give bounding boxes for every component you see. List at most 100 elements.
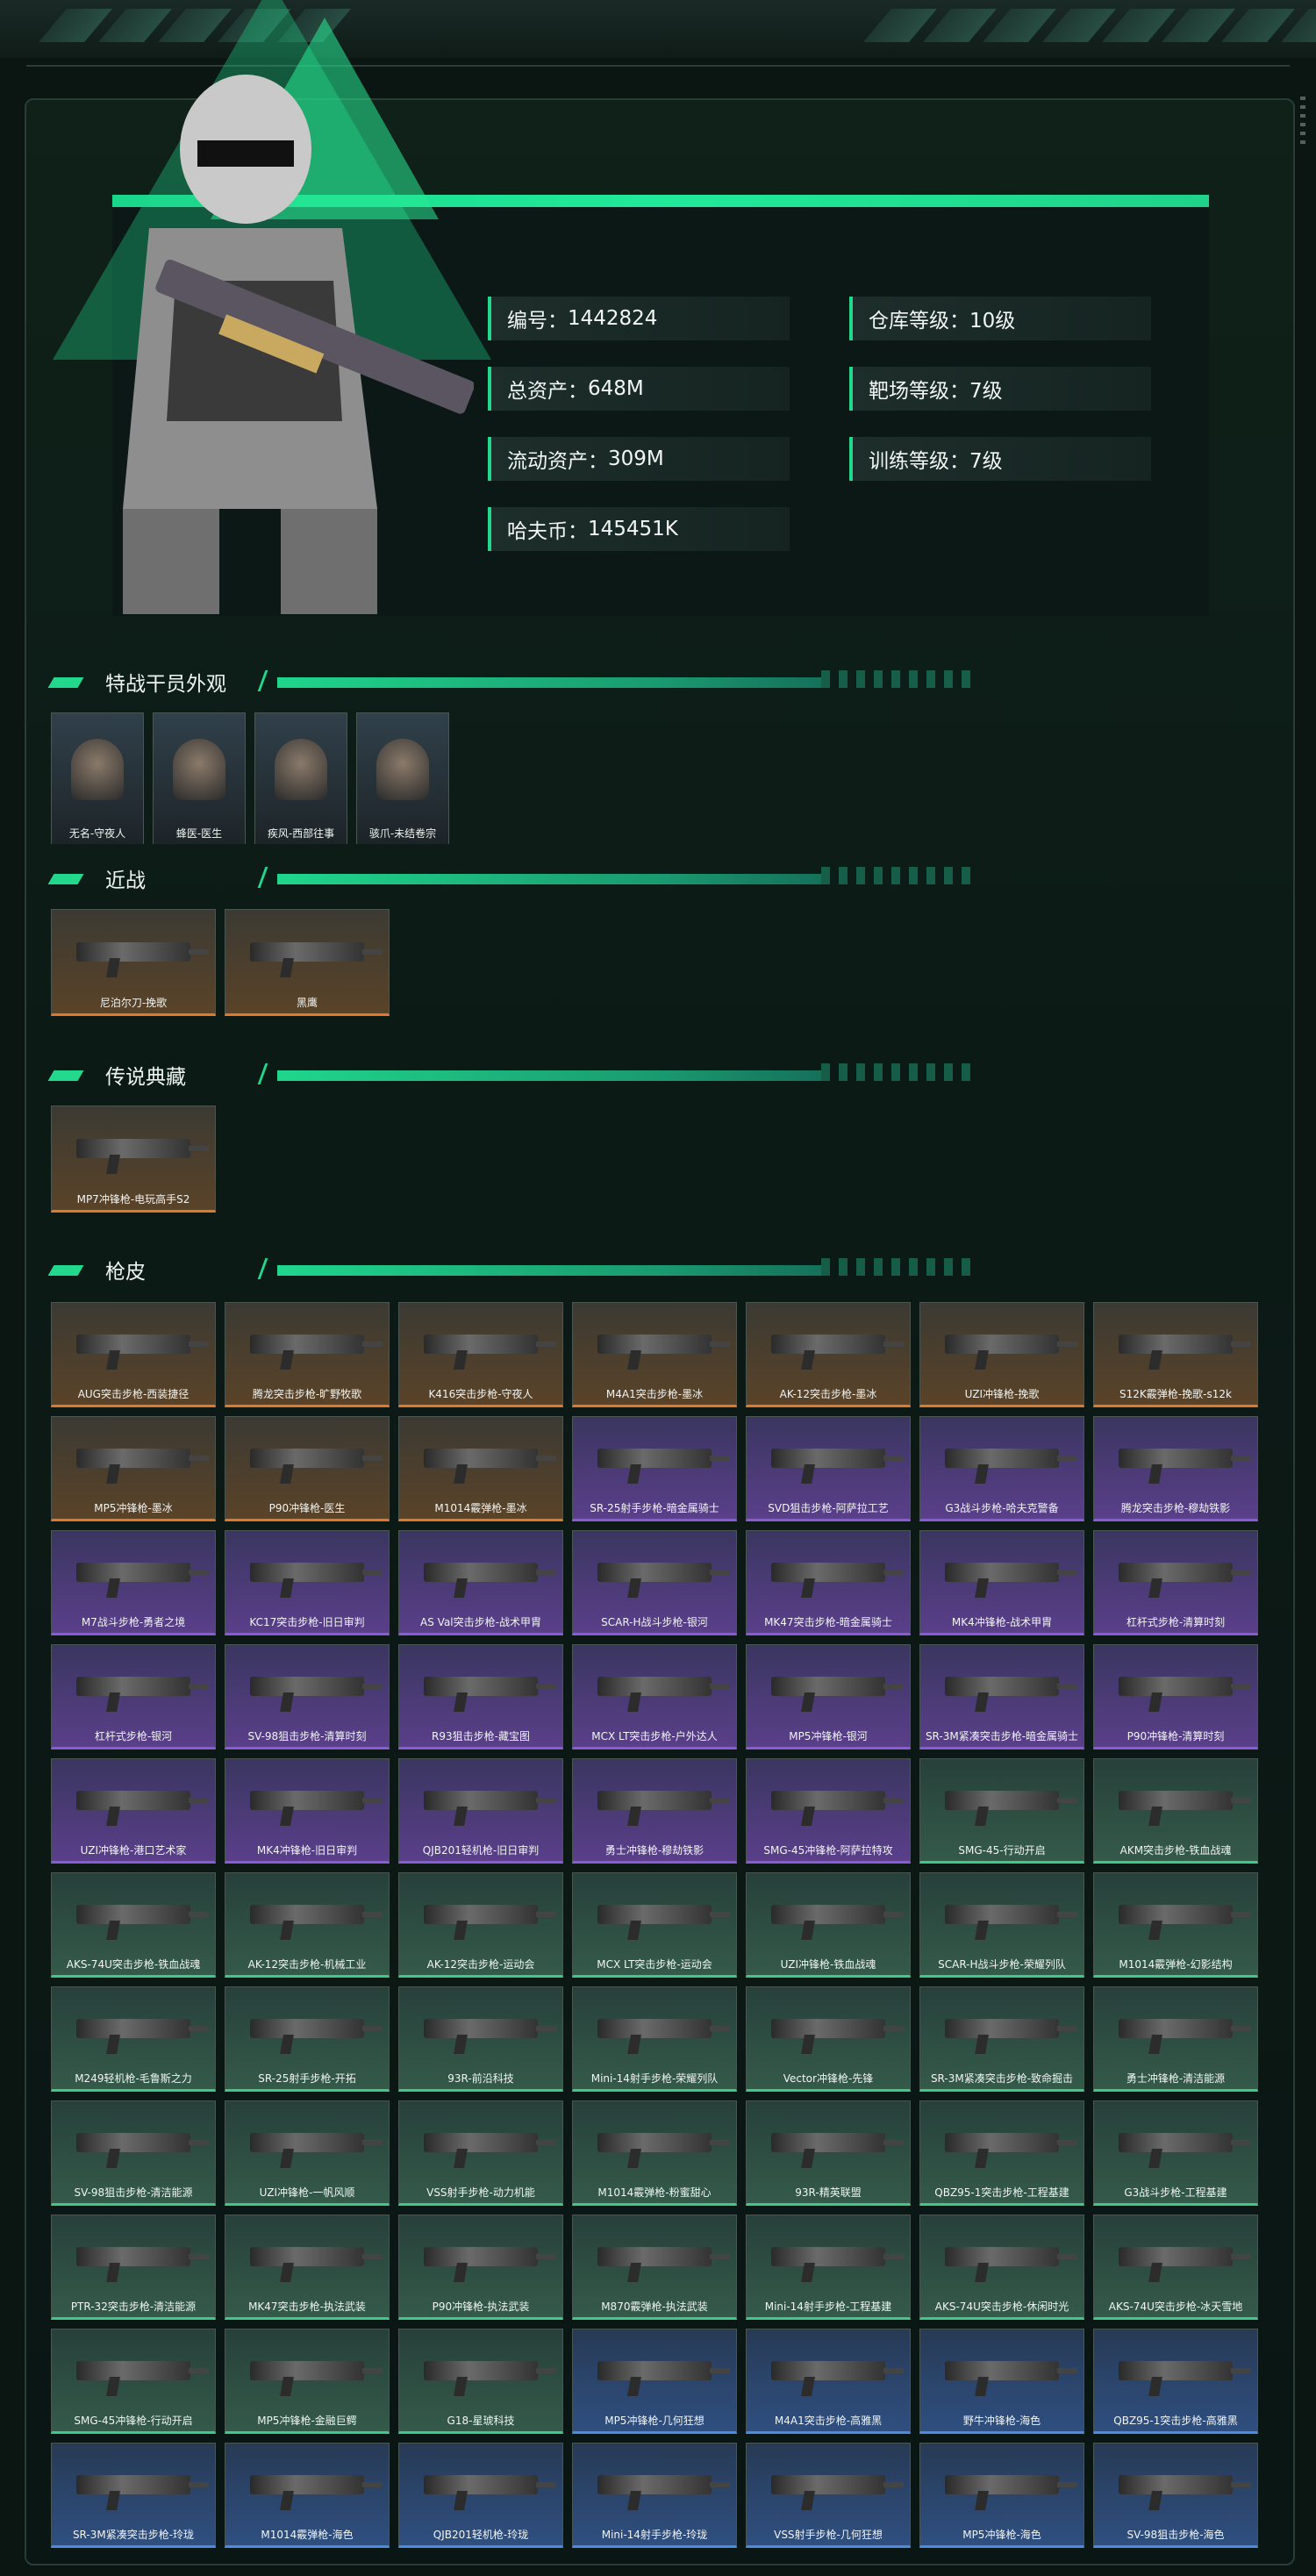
melee-name: 黑鹰 — [296, 997, 318, 1009]
skin-card[interactable]: MP5冲锋枪-几何狂想 — [572, 2329, 737, 2434]
skin-card[interactable]: SMG-45冲锋枪-阿萨拉特攻 — [746, 1758, 911, 1864]
skin-card[interactable]: M4A1突击步枪-高雅黑 — [746, 2329, 911, 2434]
skin-card[interactable]: Vector冲锋枪-先锋 — [746, 1986, 911, 2092]
skin-card[interactable]: P90冲锋枪-执法武装 — [398, 2215, 563, 2320]
skin-card[interactable]: MCX LT突击步枪-运动会 — [572, 1872, 737, 1978]
skin-card[interactable]: SV-98狙击步枪-清算时刻 — [225, 1644, 390, 1750]
skin-card[interactable]: Mini-14射手步枪-工程基建 — [746, 2215, 911, 2320]
skin-card[interactable]: Mini-14射手步枪-玲珑 — [572, 2443, 737, 2548]
skin-card[interactable]: SCAR-H战斗步枪-银河 — [572, 1530, 737, 1635]
agent-card[interactable]: 无名-守夜人 — [51, 712, 144, 844]
skin-card[interactable]: SV-98狙击步枪-清洁能源 — [51, 2100, 216, 2206]
skin-card[interactable]: MP5冲锋枪-海色 — [919, 2443, 1084, 2548]
skin-card[interactable]: AS Val突击步枪-战术甲胄 — [398, 1530, 563, 1635]
melee-card[interactable]: 黑鹰 — [225, 909, 390, 1016]
skin-card[interactable]: 野牛冲锋枪-海色 — [919, 2329, 1084, 2434]
skin-card[interactable]: SV-98狙击步枪-海色 — [1093, 2443, 1258, 2548]
skin-card[interactable]: MP5冲锋枪-墨冰 — [51, 1416, 216, 1521]
skin-card[interactable]: QBZ95-1突击步枪-工程基建 — [919, 2100, 1084, 2206]
skin-card[interactable]: M249轻机枪-毛鲁斯之力 — [51, 1986, 216, 2092]
skin-card[interactable]: 勇士冲锋枪-穆劫铁影 — [572, 1758, 737, 1864]
skin-card[interactable]: AK-12突击步枪-运动会 — [398, 1872, 563, 1978]
skin-card[interactable]: MP5冲锋枪-金融巨鳄 — [225, 2329, 390, 2434]
skin-card[interactable]: VSS射手步枪-几何狂想 — [746, 2443, 911, 2548]
skin-card[interactable]: UZI冲锋枪-铁血战魂 — [746, 1872, 911, 1978]
skin-card[interactable]: QJB201轻机枪-旧日审判 — [398, 1758, 563, 1864]
skin-card[interactable]: M1014霰弹枪-粉蜜甜心 — [572, 2100, 737, 2206]
skin-name: SMG-45冲锋枪-行动开启 — [74, 2415, 193, 2427]
skin-card[interactable]: AKS-74U突击步枪-休闲时光 — [919, 2215, 1084, 2320]
skin-card[interactable]: MK4冲锋枪-旧日审判 — [225, 1758, 390, 1864]
skin-card[interactable]: SMG-45-行动开启 — [919, 1758, 1084, 1864]
skin-card[interactable]: VSS射手步枪-动力机能 — [398, 2100, 563, 2206]
skin-name: SR-3M紧凑突击步枪-玲珑 — [72, 2529, 195, 2541]
weapon-icon — [597, 1335, 731, 1354]
skin-card[interactable]: QJB201轻机枪-玲珑 — [398, 2443, 563, 2548]
skin-image — [52, 1873, 215, 1956]
weapon-icon — [249, 2019, 383, 2038]
skin-image — [225, 1417, 389, 1499]
skin-card[interactable]: G3战斗步枪-哈夫克警备 — [919, 1416, 1084, 1521]
skin-image — [747, 1531, 910, 1614]
skin-card[interactable]: SR-25射手步枪-开拓 — [225, 1986, 390, 2092]
skin-card[interactable]: KC17突击步枪-旧日审判 — [225, 1530, 390, 1635]
skin-card[interactable]: QBZ95-1突击步枪-高雅黑 — [1093, 2329, 1258, 2434]
skin-card[interactable]: P90冲锋枪-医生 — [225, 1416, 390, 1521]
skin-card[interactable]: G3战斗步枪-工程基建 — [1093, 2100, 1258, 2206]
skin-card[interactable]: P90冲锋枪-清算时刻 — [1093, 1644, 1258, 1750]
skin-card[interactable]: AKS-74U突击步枪-冰天雪地 — [1093, 2215, 1258, 2320]
skin-card[interactable]: 93R-精英联盟 — [746, 2100, 911, 2206]
agent-card[interactable]: 骇爪-未结卷宗 — [356, 712, 449, 844]
skin-card[interactable]: SR-3M紧凑突击步枪-暗金属骑士 — [919, 1644, 1084, 1750]
skin-card[interactable]: M870霰弹枪-执法武装 — [572, 2215, 737, 2320]
legend-card[interactable]: MP7冲锋枪-电玩高手S2 — [51, 1106, 216, 1213]
skin-card[interactable]: PTR-32突击步枪-清洁能源 — [51, 2215, 216, 2320]
skin-card[interactable]: UZI冲锋枪-一帆风顺 — [225, 2100, 390, 2206]
skin-card[interactable]: MK47突击步枪-暗金属骑士 — [746, 1530, 911, 1635]
skin-card[interactable]: M1014霰弹枪-海色 — [225, 2443, 390, 2548]
skin-card[interactable]: M4A1突击步枪-墨冰 — [572, 1302, 737, 1407]
weapon-icon — [1118, 2361, 1252, 2380]
banner-stripes-right — [863, 9, 1316, 42]
skin-card[interactable]: M1014霰弹枪-墨冰 — [398, 1416, 563, 1521]
skin-card[interactable]: M7战斗步枪-勇者之境 — [51, 1530, 216, 1635]
skin-card[interactable]: G18-星琥科技 — [398, 2329, 563, 2434]
skin-card[interactable]: SR-3M紧凑突击步枪-玲珑 — [51, 2443, 216, 2548]
skin-card[interactable]: SMG-45冲锋枪-行动开启 — [51, 2329, 216, 2434]
skin-card[interactable]: R93狙击步枪-藏宝图 — [398, 1644, 563, 1750]
skin-card[interactable]: MK4冲锋枪-战术甲胄 — [919, 1530, 1084, 1635]
skin-card[interactable]: SVD狙击步枪-阿萨拉工艺 — [746, 1416, 911, 1521]
agent-card[interactable]: 疾风-西部往事 — [254, 712, 347, 844]
weapon-icon — [944, 2475, 1078, 2494]
skin-card[interactable]: S12K霰弹枪-挽歌-s12k — [1093, 1302, 1258, 1407]
skin-card[interactable]: MK47突击步枪-执法武装 — [225, 2215, 390, 2320]
agent-card[interactable]: 蜂医-医生 — [153, 712, 246, 844]
skin-card[interactable]: AKS-74U突击步枪-铁血战魂 — [51, 1872, 216, 1978]
skin-image — [399, 2444, 562, 2526]
skin-card[interactable]: K416突击步枪-守夜人 — [398, 1302, 563, 1407]
weapon-icon — [597, 2133, 731, 2152]
skin-card[interactable]: 杠杆式步枪-清算时刻 — [1093, 1530, 1258, 1635]
skin-card[interactable]: AK-12突击步枪-机械工业 — [225, 1872, 390, 1978]
skin-card[interactable]: SR-25射手步枪-暗金属骑士 — [572, 1416, 737, 1521]
skin-card[interactable]: 腾龙突击步枪-穆劫铁影 — [1093, 1416, 1258, 1521]
skin-name: MCX LT突击步枪-运动会 — [597, 1958, 712, 1971]
skin-card[interactable]: 杠杆式步枪-银河 — [51, 1644, 216, 1750]
skin-card[interactable]: 勇士冲锋枪-清洁能源 — [1093, 1986, 1258, 2092]
skin-card[interactable]: 93R-前沿科技 — [398, 1986, 563, 2092]
skin-card[interactable]: AKM突击步枪-铁血战魂 — [1093, 1758, 1258, 1864]
skin-card[interactable]: 腾龙突击步枪-旷野牧歌 — [225, 1302, 390, 1407]
skins-grid: AUG突击步枪-西装捷径 腾龙突击步枪-旷野牧歌 K416突击步枪-守夜人 M4A1突… — [51, 1302, 1262, 2548]
skin-name: Mini-14射手步枪-工程基建 — [764, 2301, 892, 2313]
skin-card[interactable]: AK-12突击步枪-墨冰 — [746, 1302, 911, 1407]
skin-card[interactable]: AUG突击步枪-西装捷径 — [51, 1302, 216, 1407]
skin-card[interactable]: MP5冲锋枪-银河 — [746, 1644, 911, 1750]
skin-card[interactable]: SR-3M紧凑突击步枪-致命掘击 — [919, 1986, 1084, 2092]
skin-card[interactable]: Mini-14射手步枪-荣耀列队 — [572, 1986, 737, 2092]
melee-card[interactable]: 尼泊尔刀-挽歌 — [51, 909, 216, 1016]
skin-card[interactable]: SCAR-H战斗步枪-荣耀列队 — [919, 1872, 1084, 1978]
skin-card[interactable]: UZI冲锋枪-挽歌 — [919, 1302, 1084, 1407]
skin-card[interactable]: MCX LT突击步枪-户外达人 — [572, 1644, 737, 1750]
skin-card[interactable]: UZI冲锋枪-港口艺术家 — [51, 1758, 216, 1864]
skin-card[interactable]: M1014霰弹枪-幻影结构 — [1093, 1872, 1258, 1978]
